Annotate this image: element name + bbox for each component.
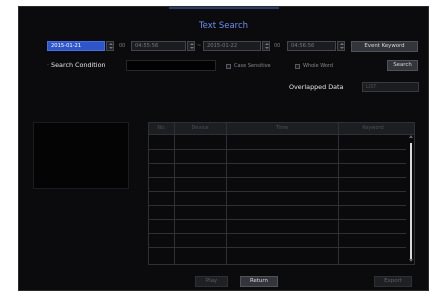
table-row[interactable] [149,149,406,150]
play-button[interactable]: Play [195,276,228,287]
start-date-field[interactable]: 2015-01-21 [47,41,105,51]
page-title: Text Search [198,21,249,31]
column-divider [226,123,227,264]
end-time-field[interactable]: 04:56:56 [287,41,336,51]
event-keyword-button[interactable]: Event Keyword [351,41,418,52]
whole-word-label: Whole Word [303,63,334,69]
table-row[interactable] [149,177,406,178]
column-divider [338,123,339,264]
table-header: No. Device Time Keyword [149,123,414,135]
text-search-window: Text Search 2015-01-21 00 04:55:56 ~ 201… [18,6,429,291]
table-row[interactable] [149,219,406,220]
export-button[interactable]: Export [374,276,412,287]
column-header-time[interactable]: Time [226,123,338,134]
scroll-up-icon[interactable] [409,135,413,138]
case-sensitive-label: Case Sensitive [234,63,271,69]
end-time-spinner[interactable] [337,41,345,51]
start-separator: 00 [119,43,126,49]
results-table: No. Device Time Keyword [148,122,415,265]
search-condition-label: · Search Condition [47,61,106,69]
scroll-down-icon[interactable] [409,259,413,262]
case-sensitive-checkbox[interactable] [226,64,231,69]
search-condition-input[interactable] [126,60,216,71]
column-divider [174,123,175,264]
table-row[interactable] [149,163,406,164]
end-separator: 00 [274,43,281,49]
overlapped-data-select[interactable]: LIST [362,82,419,92]
table-row[interactable] [149,205,406,206]
column-header-no[interactable]: No. [149,123,174,134]
return-button[interactable]: Return [240,276,278,287]
end-date-spinner[interactable] [262,41,270,51]
top-accent-line [169,7,279,9]
start-date-spinner[interactable] [106,41,114,51]
whole-word-checkbox[interactable] [295,64,300,69]
end-date-field[interactable]: 2015-01-22 [203,41,261,51]
overlapped-data-label: Overlapped Data [289,83,344,91]
table-row[interactable] [149,191,406,192]
start-time-field[interactable]: 04:55:56 [131,41,186,51]
column-header-device[interactable]: Device [174,123,226,134]
search-button[interactable]: Search [387,60,418,71]
start-time-spinner[interactable] [187,41,195,51]
column-header-keyword[interactable]: Keyword [338,123,408,134]
video-preview [33,122,129,189]
scroll-thumb[interactable] [410,143,412,261]
table-scrollbar[interactable] [409,135,413,262]
table-row[interactable] [149,233,406,234]
table-row[interactable] [149,247,406,248]
